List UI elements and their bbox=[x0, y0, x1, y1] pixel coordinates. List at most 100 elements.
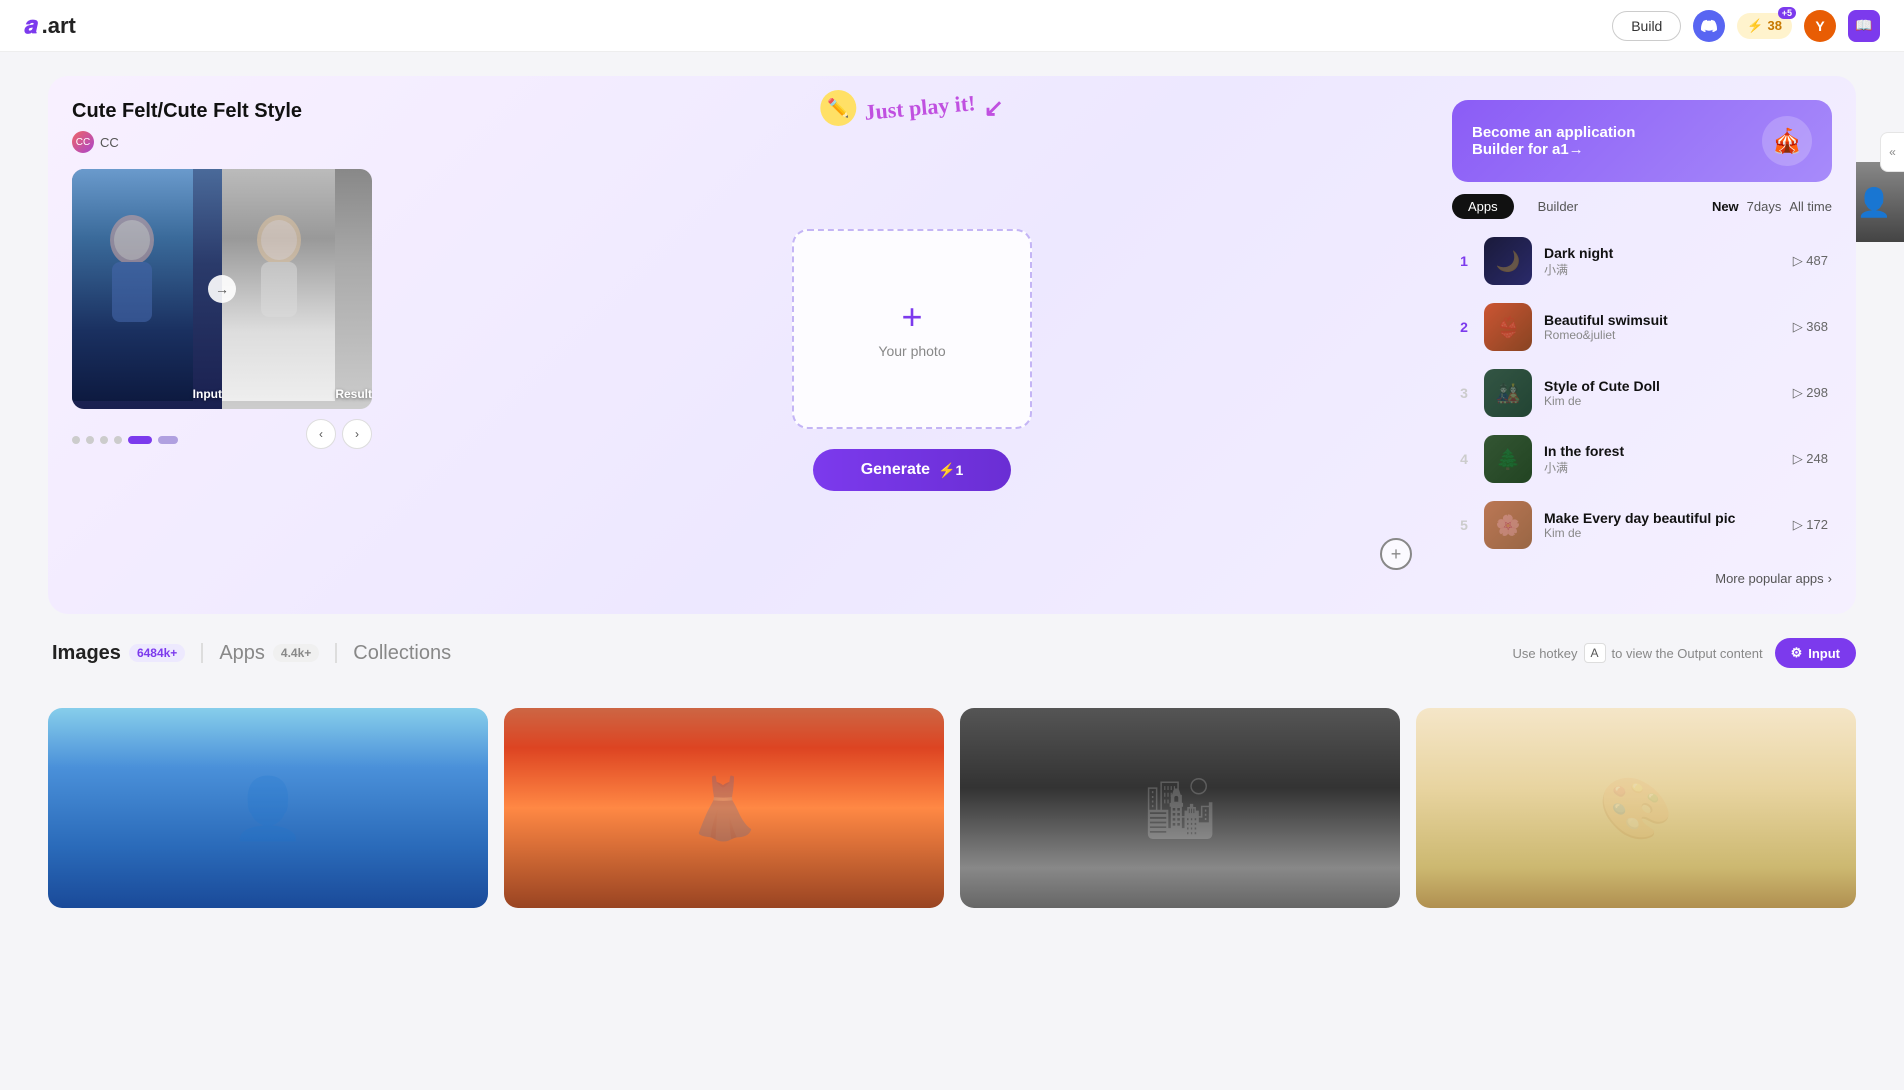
content-tabs-row: Images 6484k+ Apps 4.4k+ Collections Use… bbox=[48, 638, 1856, 668]
generate-button[interactable]: Generate ⚡1 bbox=[813, 449, 1012, 491]
tab-builder-button[interactable]: Builder bbox=[1522, 194, 1594, 219]
tab-apps[interactable]: Apps 4.4k+ bbox=[215, 642, 323, 665]
image-card-2[interactable]: 👗 bbox=[504, 708, 944, 908]
image-split-container: Input → Result bbox=[72, 169, 372, 409]
anime-left bbox=[72, 169, 193, 401]
app-item-2[interactable]: 2 👙 Beautiful swimsuit Romeo&juliet ▷ 36… bbox=[1452, 297, 1832, 357]
carousel-next-button[interactable]: › bbox=[342, 419, 372, 449]
hotkey-suffix-text: to view the Output content bbox=[1612, 646, 1763, 661]
discord-icon[interactable] bbox=[1693, 10, 1725, 42]
app-name-5: Make Every day beautiful pic bbox=[1544, 510, 1781, 526]
sidebar-collapse-button[interactable]: « bbox=[1880, 132, 1904, 172]
app-thumb-2: 👙 bbox=[1484, 303, 1532, 351]
logo-text: .art bbox=[42, 13, 76, 39]
app-info-4: In the forest 小满 bbox=[1544, 443, 1781, 476]
dot-5-active bbox=[128, 436, 152, 444]
carousel-arrows: ‹ › bbox=[306, 419, 372, 449]
apps-list: 1 🌙 Dark night 小满 ▷ 487 2 👙 bbox=[1452, 231, 1832, 555]
app-item-3[interactable]: 3 🎎 Style of Cute Doll Kim de ▷ 298 bbox=[1452, 363, 1832, 423]
app-author-2: Romeo&juliet bbox=[1544, 328, 1781, 342]
app-stats-4: ▷ 248 bbox=[1793, 451, 1828, 467]
dot-6 bbox=[158, 436, 178, 444]
app-item-4[interactable]: 4 🌲 In the forest 小满 ▷ 248 bbox=[1452, 429, 1832, 489]
result-image: Result bbox=[222, 169, 372, 409]
image-card-1[interactable]: 👤 bbox=[48, 708, 488, 908]
play-hint-arrow-icon: ↙ bbox=[984, 94, 1004, 123]
filter-alltime[interactable]: All time bbox=[1789, 199, 1832, 214]
more-apps-chevron-icon: › bbox=[1828, 571, 1832, 586]
plus-badge: +5 bbox=[1778, 7, 1796, 19]
hotkey-use-text: Use hotkey bbox=[1512, 646, 1577, 661]
build-button[interactable]: Build bbox=[1612, 11, 1681, 41]
builder-icon: 🎪 bbox=[1762, 116, 1812, 166]
carousel-prev-button[interactable]: ‹ bbox=[306, 419, 336, 449]
bookmark-button[interactable]: 📖 bbox=[1848, 10, 1880, 42]
app-name-4: In the forest bbox=[1544, 443, 1781, 459]
tab-apps-button[interactable]: Apps bbox=[1452, 194, 1514, 219]
anime-right bbox=[222, 169, 335, 401]
app-stats-1: ▷ 487 bbox=[1793, 253, 1828, 269]
photo-upload-box[interactable]: + Your photo bbox=[792, 229, 1032, 429]
upload-label: Your photo bbox=[878, 343, 945, 359]
banner-line1: Become an application bbox=[1472, 124, 1635, 141]
dot-2 bbox=[86, 436, 94, 444]
play-hint: ✏️ Just play it! ↙ bbox=[820, 90, 1003, 126]
logo-icon: 𝒂 bbox=[24, 12, 38, 40]
carousel-dots bbox=[72, 436, 178, 444]
user-avatar[interactable]: Y bbox=[1804, 10, 1836, 42]
app-rank-4: 4 bbox=[1456, 451, 1472, 467]
carousel-row: ‹ › bbox=[72, 419, 372, 449]
tab-images[interactable]: Images 6484k+ bbox=[48, 642, 189, 665]
app-stats-5: ▷ 172 bbox=[1793, 517, 1828, 533]
input-label: Input bbox=[193, 387, 222, 401]
header-right: Build +5 ⚡ 38 Y 📖 bbox=[1612, 10, 1880, 42]
app-thumb-3: 🎎 bbox=[1484, 369, 1532, 417]
app-name-2: Beautiful swimsuit bbox=[1544, 312, 1781, 328]
tab-apps-content-label: Apps bbox=[219, 642, 265, 665]
filter-new[interactable]: New bbox=[1712, 199, 1739, 214]
result-label: Result bbox=[335, 387, 372, 401]
app-rank-5: 5 bbox=[1456, 517, 1472, 533]
logo[interactable]: 𝒂 .art bbox=[24, 12, 76, 40]
app-thumb-1: 🌙 bbox=[1484, 237, 1532, 285]
app-rank-1: 1 bbox=[1456, 253, 1472, 269]
filter-7days[interactable]: 7days bbox=[1747, 199, 1782, 214]
play-hint-text: Just play it! bbox=[863, 90, 976, 126]
preview-image: Input → Result bbox=[72, 169, 372, 409]
image-card-4[interactable]: 🎨 bbox=[1416, 708, 1856, 908]
lightning-badge[interactable]: +5 ⚡ 38 bbox=[1737, 13, 1792, 39]
image-grid: 👤 👗 🏙 🎨 bbox=[48, 708, 1856, 908]
app-author-1: 小满 bbox=[1544, 261, 1781, 278]
app-info-1: Dark night 小满 bbox=[1544, 245, 1781, 278]
more-apps-link[interactable]: More popular apps › bbox=[1452, 567, 1832, 590]
images-count-badge: 6484k+ bbox=[129, 644, 185, 662]
image-card-3[interactable]: 🏙 bbox=[960, 708, 1400, 908]
generate-cost: ⚡1 bbox=[938, 462, 963, 479]
app-title: Cute Felt/Cute Felt Style bbox=[72, 100, 372, 123]
app-item-5[interactable]: 5 🌸 Make Every day beautiful pic Kim de … bbox=[1452, 495, 1832, 555]
add-more-button[interactable]: + bbox=[1380, 538, 1412, 570]
tab-separator-1 bbox=[201, 643, 203, 663]
app-name-1: Dark night bbox=[1544, 245, 1781, 261]
app-author-3: Kim de bbox=[1544, 394, 1781, 408]
dot-3 bbox=[100, 436, 108, 444]
input-image: Input bbox=[72, 169, 222, 409]
time-filters: New 7days All time bbox=[1712, 199, 1832, 214]
input-toggle-button[interactable]: ⚙ Input bbox=[1775, 638, 1856, 668]
dot-4 bbox=[114, 436, 122, 444]
tab-separator-2 bbox=[335, 643, 337, 663]
app-rank-2: 2 bbox=[1456, 319, 1472, 335]
tab-collections[interactable]: Collections bbox=[349, 642, 455, 665]
app-item-1[interactable]: 1 🌙 Dark night 小满 ▷ 487 bbox=[1452, 231, 1832, 291]
app-info-2: Beautiful swimsuit Romeo&juliet bbox=[1544, 312, 1781, 342]
tab-images-label: Images bbox=[52, 642, 121, 665]
generate-label: Generate bbox=[861, 461, 930, 479]
apps-count-badge: 4.4k+ bbox=[273, 644, 319, 662]
app-stats-3: ▷ 298 bbox=[1793, 385, 1828, 401]
become-builder-text: Become an application Builder for a1→ bbox=[1472, 124, 1635, 158]
app-thumb-5: 🌸 bbox=[1484, 501, 1532, 549]
app-author-4: 小满 bbox=[1544, 459, 1781, 476]
split-arrow: → bbox=[208, 275, 236, 303]
lightning-count: 38 bbox=[1768, 18, 1782, 33]
become-builder-banner[interactable]: Become an application Builder for a1→ 🎪 bbox=[1452, 100, 1832, 182]
